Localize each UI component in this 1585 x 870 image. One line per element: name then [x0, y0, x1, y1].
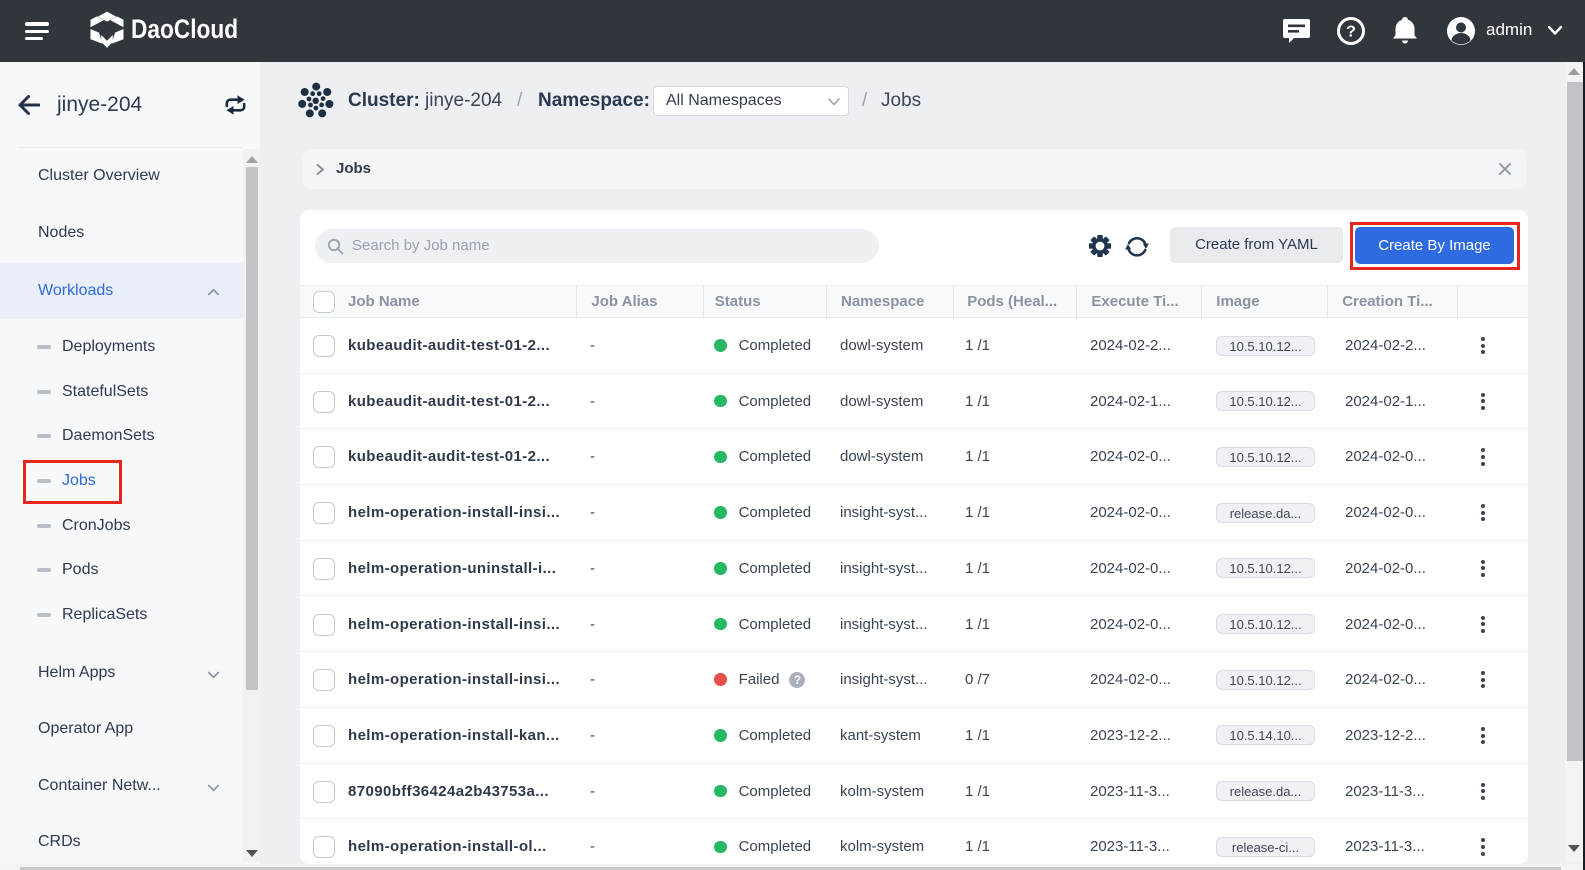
svg-text:?: ? [1346, 24, 1356, 41]
